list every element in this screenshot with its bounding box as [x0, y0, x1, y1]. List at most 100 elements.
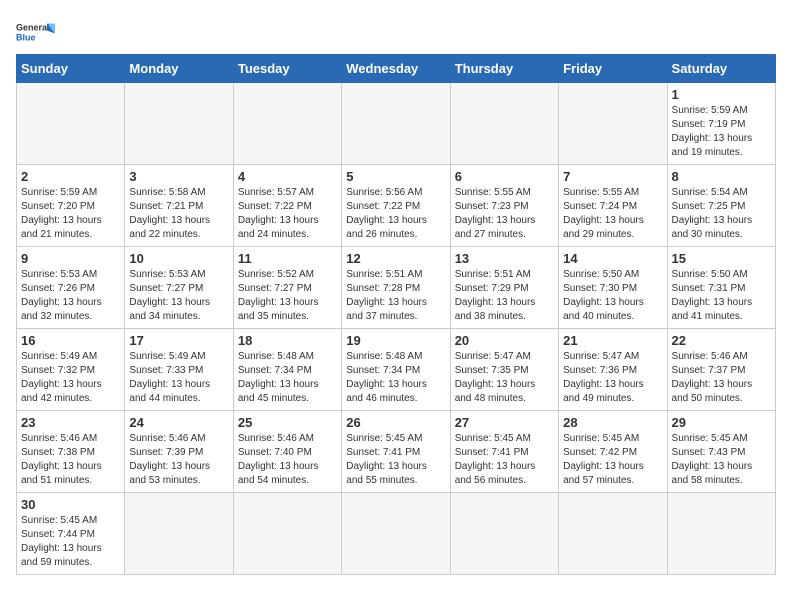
day-info: Sunrise: 5:46 AMSunset: 7:37 PMDaylight:…	[672, 350, 771, 406]
calendar-day-cell: 16 Sunrise: 5:49 AMSunset: 7:32 PMDayligh…	[17, 329, 125, 411]
calendar-day-cell: 30 Sunrise: 5:45 AMSunset: 7:44 PMDayligh…	[17, 493, 125, 575]
day-number: 2	[21, 169, 120, 184]
svg-text:Blue: Blue	[16, 33, 36, 43]
calendar-day-cell: 14 Sunrise: 5:50 AMSunset: 7:30 PMDayligh…	[559, 247, 667, 329]
day-number: 20	[455, 333, 554, 348]
calendar-week-row: 16 Sunrise: 5:49 AMSunset: 7:32 PMDayligh…	[17, 329, 776, 411]
calendar-day-cell: 13 Sunrise: 5:51 AMSunset: 7:29 PMDayligh…	[450, 247, 558, 329]
day-number: 13	[455, 251, 554, 266]
calendar-day-cell: 27 Sunrise: 5:45 AMSunset: 7:41 PMDayligh…	[450, 411, 558, 493]
day-number: 21	[563, 333, 662, 348]
day-number: 14	[563, 251, 662, 266]
calendar-day-cell	[125, 83, 233, 165]
calendar-day-cell	[342, 83, 450, 165]
calendar-day-cell: 29 Sunrise: 5:45 AMSunset: 7:43 PMDayligh…	[667, 411, 775, 493]
weekday-header-row: SundayMondayTuesdayWednesdayThursdayFrid…	[17, 55, 776, 83]
calendar-day-cell	[342, 493, 450, 575]
day-info: Sunrise: 5:57 AMSunset: 7:22 PMDaylight:…	[238, 186, 337, 242]
day-info: Sunrise: 5:53 AMSunset: 7:27 PMDaylight:…	[129, 268, 228, 324]
day-number: 28	[563, 415, 662, 430]
day-info: Sunrise: 5:51 AMSunset: 7:29 PMDaylight:…	[455, 268, 554, 324]
day-number: 22	[672, 333, 771, 348]
day-info: Sunrise: 5:59 AMSunset: 7:20 PMDaylight:…	[21, 186, 120, 242]
day-info: Sunrise: 5:56 AMSunset: 7:22 PMDaylight:…	[346, 186, 445, 242]
weekday-wednesday: Wednesday	[342, 55, 450, 83]
day-number: 9	[21, 251, 120, 266]
calendar-day-cell: 11Sunrise: 5:52 AMSunset: 7:27 PMDayligh…	[233, 247, 341, 329]
day-info: Sunrise: 5:49 AMSunset: 7:32 PMDaylight:…	[21, 350, 120, 406]
day-info: Sunrise: 5:51 AMSunset: 7:28 PMDaylight:…	[346, 268, 445, 324]
day-number: 27	[455, 415, 554, 430]
calendar-week-row: 2 Sunrise: 5:59 AMSunset: 7:20 PMDaylight…	[17, 165, 776, 247]
day-number: 4	[238, 169, 337, 184]
calendar-week-row: 9 Sunrise: 5:53 AMSunset: 7:26 PMDaylight…	[17, 247, 776, 329]
calendar-day-cell: 15 Sunrise: 5:50 AMSunset: 7:31 PMDayligh…	[667, 247, 775, 329]
calendar-day-cell: 23 Sunrise: 5:46 AMSunset: 7:38 PMDayligh…	[17, 411, 125, 493]
weekday-friday: Friday	[559, 55, 667, 83]
day-info: Sunrise: 5:45 AMSunset: 7:42 PMDaylight:…	[563, 432, 662, 488]
day-number: 6	[455, 169, 554, 184]
calendar-day-cell: 24Sunrise: 5:46 AMSunset: 7:39 PMDayligh…	[125, 411, 233, 493]
day-info: Sunrise: 5:45 AMSunset: 7:44 PMDaylight:…	[21, 514, 120, 570]
day-info: Sunrise: 5:45 AMSunset: 7:41 PMDaylight:…	[346, 432, 445, 488]
day-number: 26	[346, 415, 445, 430]
day-number: 10	[129, 251, 228, 266]
calendar-day-cell	[125, 493, 233, 575]
day-number: 18	[238, 333, 337, 348]
day-number: 12	[346, 251, 445, 266]
day-info: Sunrise: 5:46 AMSunset: 7:38 PMDaylight:…	[21, 432, 120, 488]
calendar-day-cell: 7Sunrise: 5:55 AMSunset: 7:24 PMDaylight…	[559, 165, 667, 247]
day-number: 15	[672, 251, 771, 266]
calendar-day-cell: 4 Sunrise: 5:57 AMSunset: 7:22 PMDaylight…	[233, 165, 341, 247]
logo-area: General Blue	[16, 16, 56, 46]
calendar-week-row: 23 Sunrise: 5:46 AMSunset: 7:38 PMDayligh…	[17, 411, 776, 493]
svg-text:General: General	[16, 23, 50, 33]
calendar-day-cell: 10 Sunrise: 5:53 AMSunset: 7:27 PMDayligh…	[125, 247, 233, 329]
day-number: 25	[238, 415, 337, 430]
calendar-day-cell	[450, 493, 558, 575]
day-info: Sunrise: 5:45 AMSunset: 7:41 PMDaylight:…	[455, 432, 554, 488]
weekday-sunday: Sunday	[17, 55, 125, 83]
calendar-day-cell: 18 Sunrise: 5:48 AMSunset: 7:34 PMDayligh…	[233, 329, 341, 411]
day-info: Sunrise: 5:49 AMSunset: 7:33 PMDaylight:…	[129, 350, 228, 406]
day-number: 5	[346, 169, 445, 184]
calendar-day-cell	[667, 493, 775, 575]
day-number: 23	[21, 415, 120, 430]
day-info: Sunrise: 5:58 AMSunset: 7:21 PMDaylight:…	[129, 186, 228, 242]
calendar-day-cell: 28 Sunrise: 5:45 AMSunset: 7:42 PMDayligh…	[559, 411, 667, 493]
day-info: Sunrise: 5:45 AMSunset: 7:43 PMDaylight:…	[672, 432, 771, 488]
calendar-day-cell: 22 Sunrise: 5:46 AMSunset: 7:37 PMDayligh…	[667, 329, 775, 411]
generalblue-logo: General Blue	[16, 18, 56, 46]
calendar-day-cell: 6 Sunrise: 5:55 AMSunset: 7:23 PMDaylight…	[450, 165, 558, 247]
calendar-week-row: 1 Sunrise: 5:59 AMSunset: 7:19 PMDaylight…	[17, 83, 776, 165]
day-number: 30	[21, 497, 120, 512]
calendar-day-cell	[233, 83, 341, 165]
day-info: Sunrise: 5:54 AMSunset: 7:25 PMDaylight:…	[672, 186, 771, 242]
calendar-day-cell	[233, 493, 341, 575]
calendar-day-cell: 20Sunrise: 5:47 AMSunset: 7:35 PMDayligh…	[450, 329, 558, 411]
calendar-day-cell	[450, 83, 558, 165]
day-number: 16	[21, 333, 120, 348]
day-info: Sunrise: 5:55 AMSunset: 7:23 PMDaylight:…	[455, 186, 554, 242]
day-info: Sunrise: 5:55 AMSunset: 7:24 PMDaylight:…	[563, 186, 662, 242]
day-info: Sunrise: 5:52 AMSunset: 7:27 PMDaylight:…	[238, 268, 337, 324]
day-info: Sunrise: 5:59 AMSunset: 7:19 PMDaylight:…	[672, 104, 771, 160]
calendar-day-cell: 2 Sunrise: 5:59 AMSunset: 7:20 PMDaylight…	[17, 165, 125, 247]
calendar-table: SundayMondayTuesdayWednesdayThursdayFrid…	[16, 54, 776, 575]
calendar-day-cell: 9 Sunrise: 5:53 AMSunset: 7:26 PMDaylight…	[17, 247, 125, 329]
weekday-monday: Monday	[125, 55, 233, 83]
day-info: Sunrise: 5:50 AMSunset: 7:30 PMDaylight:…	[563, 268, 662, 324]
day-info: Sunrise: 5:48 AMSunset: 7:34 PMDaylight:…	[238, 350, 337, 406]
day-info: Sunrise: 5:53 AMSunset: 7:26 PMDaylight:…	[21, 268, 120, 324]
calendar-day-cell: 12 Sunrise: 5:51 AMSunset: 7:28 PMDayligh…	[342, 247, 450, 329]
calendar-day-cell: 25Sunrise: 5:46 AMSunset: 7:40 PMDayligh…	[233, 411, 341, 493]
day-info: Sunrise: 5:48 AMSunset: 7:34 PMDaylight:…	[346, 350, 445, 406]
day-number: 8	[672, 169, 771, 184]
calendar-day-cell	[17, 83, 125, 165]
day-number: 1	[672, 87, 771, 102]
day-number: 29	[672, 415, 771, 430]
calendar-day-cell: 19Sunrise: 5:48 AMSunset: 7:34 PMDayligh…	[342, 329, 450, 411]
calendar-day-cell: 26 Sunrise: 5:45 AMSunset: 7:41 PMDayligh…	[342, 411, 450, 493]
day-info: Sunrise: 5:50 AMSunset: 7:31 PMDaylight:…	[672, 268, 771, 324]
weekday-saturday: Saturday	[667, 55, 775, 83]
